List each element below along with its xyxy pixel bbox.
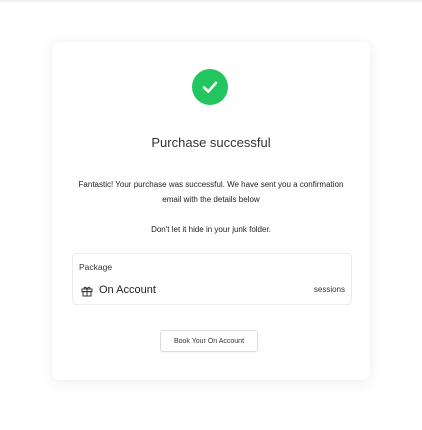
book-button[interactable]: Book Your On Account (160, 330, 258, 352)
success-message: Fantastic! Your purchase was successful.… (78, 180, 344, 204)
top-divider (0, 0, 422, 2)
check-circle-icon (192, 69, 228, 105)
package-sessions: sessions (313, 285, 345, 294)
package-name: On Account (99, 284, 156, 296)
gift-icon (81, 284, 93, 297)
package-box: Package On Account sessions (72, 253, 352, 305)
junk-folder-note: Don't let it hide in your junk folder. (151, 225, 271, 234)
purchase-success-card: Purchase successful Fantastic! Your purc… (52, 42, 370, 380)
package-label: Package (79, 262, 113, 272)
page-title: Purchase successful (151, 135, 271, 150)
